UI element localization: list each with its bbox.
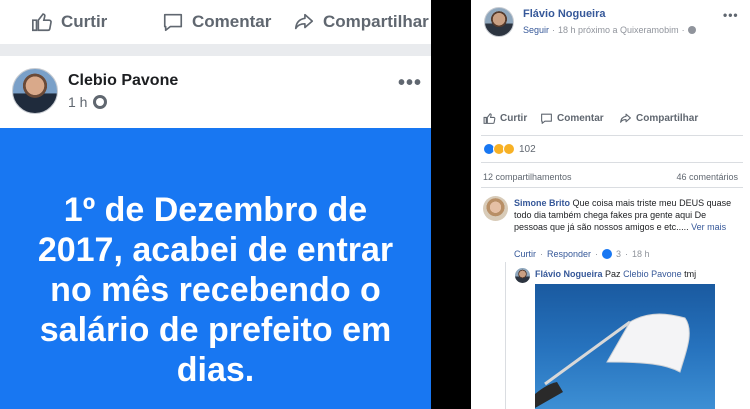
reply-avatar[interactable] [515, 268, 530, 283]
more-options-icon[interactable]: ••• [723, 8, 739, 22]
reply-text-prefix: Paz [605, 269, 621, 279]
like-button[interactable]: Curtir [483, 112, 527, 125]
like-reaction-icon [602, 249, 613, 259]
share-label: Compartilhar [323, 12, 429, 31]
separator: · [540, 249, 543, 259]
separator: · [595, 249, 599, 259]
comment-label: Comentar [192, 12, 272, 31]
divider [481, 162, 743, 163]
meta-separator: · [681, 25, 685, 35]
reply-thread-line [505, 262, 506, 409]
screenshot-root: Curtir Comentar Compartilhar Clebio Pavo… [0, 0, 750, 409]
see-more-link[interactable]: Ver mais [691, 222, 726, 232]
post-text: 1º de Dezembro de 2017, acabei de entrar… [37, 191, 394, 389]
commenter-avatar[interactable] [483, 196, 508, 221]
follow-link[interactable]: Seguir [523, 25, 549, 35]
share-label: Compartilhar [636, 112, 699, 124]
divider [481, 135, 743, 136]
white-flag-image[interactable] [535, 284, 715, 409]
share-button[interactable]: Compartilhar [293, 0, 429, 44]
meta-separator: · [552, 25, 556, 35]
like-button[interactable]: Curtir [31, 0, 107, 44]
left-post-panel: Curtir Comentar Compartilhar Clebio Pavo… [0, 0, 431, 409]
comment-reaction-count[interactable]: 3 [616, 249, 621, 259]
globe-icon [687, 26, 696, 34]
comments-count[interactable]: 46 comentários [676, 172, 738, 182]
left-action-bar: Curtir Comentar Compartilhar [0, 0, 431, 44]
comment-bubble-icon [541, 113, 552, 124]
shares-count[interactable]: 12 compartilhamentos [483, 172, 572, 182]
divider [481, 187, 743, 188]
author-avatar[interactable] [12, 68, 58, 114]
reply-author-name[interactable]: Flávio Nogueira [535, 269, 603, 279]
thumbs-up-icon [32, 13, 52, 32]
comment-body: Simone Brito Que coisa mais triste meu D… [514, 197, 739, 233]
author-avatar[interactable] [484, 7, 514, 37]
share-arrow-icon [620, 113, 631, 123]
like-label: Curtir [500, 112, 528, 124]
separator: · [625, 249, 629, 259]
comment-reply-link[interactable]: Responder [547, 249, 591, 259]
post-card: Clebio Pavone 1 h ••• 1º de Dezembro de … [0, 56, 431, 409]
comment-button[interactable]: Comentar [540, 112, 604, 125]
post-meta: 1 h [68, 94, 108, 110]
comment-like-link[interactable]: Curtir [514, 249, 536, 259]
comment-label: Comentar [557, 112, 604, 124]
reply-text-suffix: tmj [684, 269, 697, 279]
like-label: Curtir [61, 12, 108, 31]
reactions-summary[interactable]: 102 [483, 143, 536, 155]
reaction-count: 102 [519, 143, 536, 155]
reply-body: Flávio Nogueira Paz Clebio Pavone tmj [535, 269, 696, 279]
comment-actions: Curtir · Responder · 3 · 18 h [514, 249, 650, 259]
comment-time[interactable]: 18 h [632, 249, 650, 259]
reply-mention-link[interactable]: Clebio Pavone [623, 269, 682, 279]
comment-bubble-icon [163, 13, 183, 32]
thumbs-up-icon [483, 112, 496, 124]
right-action-bar: Curtir Comentar Compartilhar [471, 108, 750, 128]
share-arrow-icon [294, 13, 314, 30]
sad-reaction-icon [503, 143, 515, 155]
globe-icon [93, 95, 108, 109]
post-author-name[interactable]: Flávio Nogueira [523, 8, 606, 20]
comment-button[interactable]: Comentar [162, 0, 271, 44]
white-flag-illustration [535, 313, 690, 408]
commenter-name[interactable]: Simone Brito [514, 198, 570, 208]
post-time[interactable]: 1 h [68, 94, 87, 110]
post-background-card: 1º de Dezembro de 2017, acabei de entrar… [0, 128, 431, 409]
right-post-panel: Flávio Nogueira Seguir · 18 h próximo a … [471, 0, 750, 409]
share-button[interactable]: Compartilhar [619, 112, 698, 125]
more-options-icon[interactable]: ••• [398, 72, 422, 95]
post-time-location[interactable]: 18 h próximo a Quixeramobim [558, 25, 679, 35]
post-author-name[interactable]: Clebio Pavone [68, 72, 178, 90]
post-meta: Seguir · 18 h próximo a Quixeramobim · [523, 25, 696, 35]
